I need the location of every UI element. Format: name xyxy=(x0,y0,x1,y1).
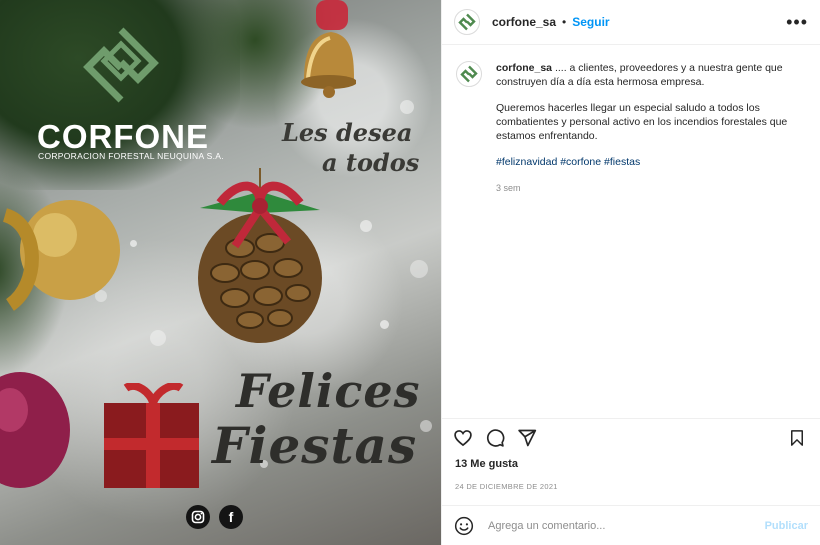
corfone-avatar-icon xyxy=(458,13,476,31)
brand-subtitle: CORPORACION FORESTAL NEUQUINA S.A. xyxy=(38,151,224,161)
caption-section: corfone_sa .... a clientes, proveedores … xyxy=(442,45,820,418)
greeting-line-2: a todos xyxy=(322,148,420,177)
caption-body: corfone_sa .... a clientes, proveedores … xyxy=(496,61,796,418)
hashtag-link[interactable]: #feliznavidad xyxy=(496,156,557,168)
emoji-icon[interactable] xyxy=(454,516,474,536)
comment-icon[interactable] xyxy=(484,427,506,449)
heart-icon[interactable] xyxy=(452,427,474,449)
caption-paragraph-2: Queremos hacerles llegar un especial sal… xyxy=(496,102,788,142)
bell-ornament-icon xyxy=(301,0,356,98)
corfone-avatar-icon xyxy=(460,65,478,83)
likes-count[interactable]: 13 Me gusta xyxy=(442,456,820,476)
facebook-glyph: f xyxy=(228,509,234,525)
fiestas-text: Fiestas xyxy=(212,416,418,475)
bookmark-icon[interactable] xyxy=(786,427,808,449)
caption-hashtags: #feliznavidad #corfone #fiestas xyxy=(496,155,796,169)
post-header: corfone_sa • Seguir ••• xyxy=(442,0,820,45)
gold-ornament-icon xyxy=(2,200,120,311)
caption-paragraph-1: corfone_sa .... a clientes, proveedores … xyxy=(496,61,796,89)
gift-box-icon xyxy=(104,383,199,488)
comment-box: Publicar xyxy=(442,505,820,545)
greeting-line-1: Les desea xyxy=(282,118,413,147)
caption-username[interactable]: corfone_sa xyxy=(496,62,552,74)
hashtag-link[interactable]: #corfone xyxy=(560,156,601,168)
pinecone-ornament-icon xyxy=(198,168,322,343)
separator-dot: • xyxy=(562,15,567,29)
felices-text: Felices xyxy=(236,364,421,418)
avatar[interactable] xyxy=(454,9,480,35)
follow-button[interactable]: Seguir xyxy=(572,15,609,29)
action-bar xyxy=(442,418,820,456)
instagram-icon xyxy=(186,505,210,529)
hashtag-link[interactable]: #fiestas xyxy=(604,156,640,168)
caption-avatar[interactable] xyxy=(456,61,482,87)
post-image[interactable]: CORFONE CORPORACION FORESTAL NEUQUINA S.… xyxy=(0,0,441,545)
caption-time[interactable]: 3 sem xyxy=(496,181,796,195)
more-options-icon[interactable]: ••• xyxy=(786,13,808,31)
corfone-logo-icon xyxy=(83,27,159,103)
instagram-post: CORFONE CORPORACION FORESTAL NEUQUINA S.… xyxy=(0,0,820,545)
header-username[interactable]: corfone_sa xyxy=(492,15,556,29)
facebook-icon: f xyxy=(219,505,243,529)
post-sidebar: corfone_sa • Seguir ••• corfone_sa .... … xyxy=(441,0,820,545)
comment-input[interactable] xyxy=(486,518,765,533)
red-ornament-icon xyxy=(0,372,70,488)
share-icon[interactable] xyxy=(516,427,538,449)
post-date: 24 DE DICIEMBRE DE 2021 xyxy=(455,482,558,491)
publish-button[interactable]: Publicar xyxy=(765,520,808,532)
